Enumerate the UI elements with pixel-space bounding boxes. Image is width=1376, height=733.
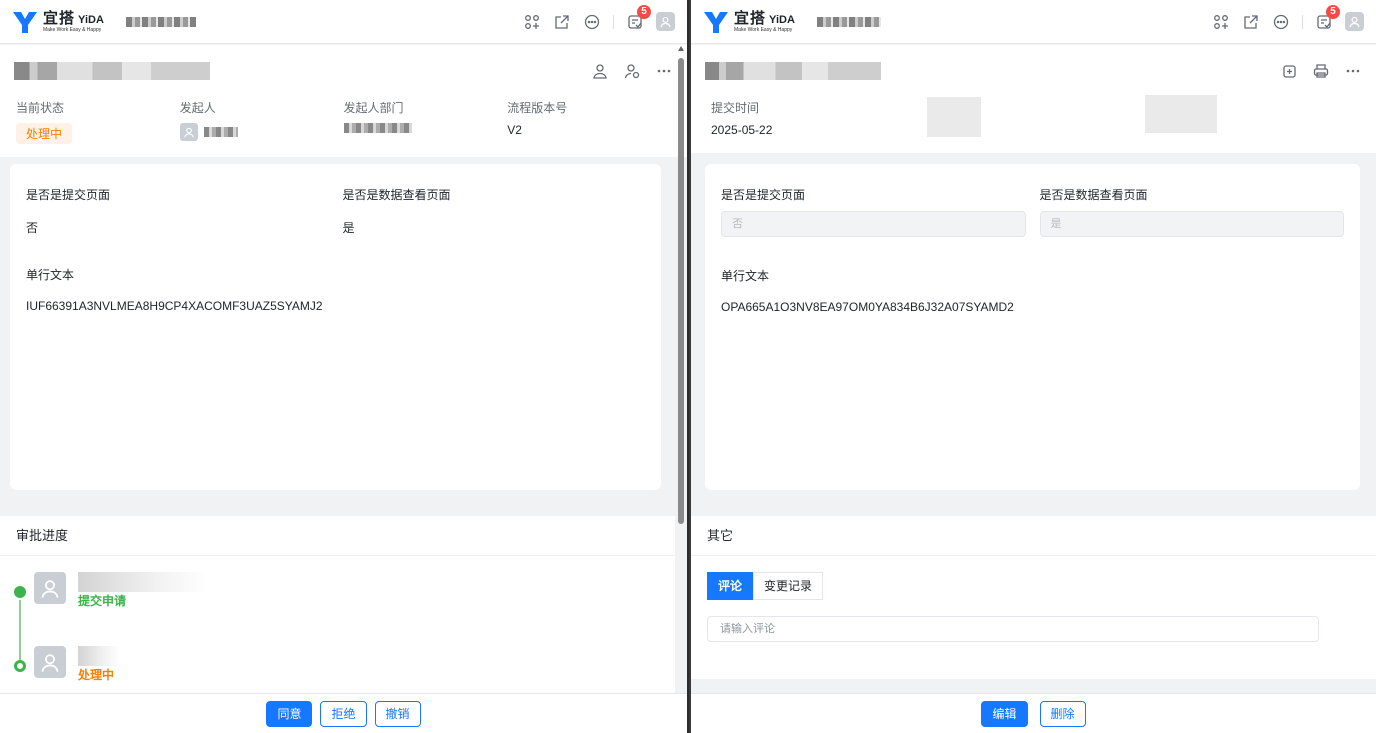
approver-avatar: [34, 646, 66, 678]
initiator-avatar: [179, 123, 198, 141]
delete-button[interactable]: 删除: [1039, 700, 1086, 727]
edit-button[interactable]: 编辑: [981, 700, 1028, 727]
brand-name-en: YiDA: [769, 13, 795, 26]
reject-button[interactable]: 拒绝: [320, 700, 367, 727]
meta-status-label: 当前状态: [16, 101, 65, 115]
redacted-initiator: [927, 97, 981, 137]
field-input-disabled: 否: [721, 211, 1026, 237]
approver-name-redacted: [78, 646, 120, 666]
divider: [613, 14, 614, 29]
approver-avatar: [34, 572, 66, 604]
more-circle-icon[interactable]: [583, 13, 601, 31]
meta-submit-time-label: 提交时间: [711, 101, 760, 115]
check-circle-icon: [14, 586, 26, 598]
department-redacted: [343, 123, 412, 133]
field-value: IUF66391A3NVLMEA8H9CP4XACOMF3UAZ5SYAMJ2: [26, 299, 323, 313]
timeline-item: 提交申请: [14, 570, 675, 660]
app-name-redacted[interactable]: [816, 16, 881, 27]
meta-department-label: 发起人部门: [343, 101, 404, 115]
user-avatar[interactable]: [656, 12, 675, 31]
more-circle-icon[interactable]: [1272, 13, 1290, 31]
todo-icon[interactable]: 5: [626, 4, 651, 31]
yida-logo[interactable]: 宜搭 YiDA Make Work Easy & Happy: [12, 10, 104, 34]
field-value: 是: [342, 221, 355, 235]
form-card: 是否是提交页面 否 是否是数据查看页面 是 单行文本 OPA665A1O3NV8…: [705, 164, 1360, 490]
section-title: 其它: [691, 516, 1376, 556]
tab-change-log[interactable]: 变更记录: [753, 572, 824, 600]
person-icon[interactable]: [591, 62, 609, 80]
meta-initiator-label: 发起人: [179, 101, 216, 115]
scroll-thumb[interactable]: [678, 58, 684, 524]
notification-badge: 5: [637, 4, 651, 19]
tab-comments[interactable]: 评论: [707, 572, 754, 600]
field-label: 是否是数据查看页面: [342, 188, 451, 202]
field-input-disabled: 是: [1039, 211, 1344, 237]
apps-icon[interactable]: [523, 13, 541, 31]
field-label: 是否是数据查看页面: [1039, 188, 1148, 202]
page-title-redacted: [14, 62, 210, 80]
todo-icon[interactable]: 5: [1315, 4, 1340, 31]
field-label: 单行文本: [721, 269, 770, 283]
timeline-status: 提交申请: [78, 594, 127, 608]
process-header: 当前状态 处理中 发起人 发起人部门 流程版本号 V2: [0, 45, 687, 157]
scrollbar[interactable]: [677, 44, 685, 692]
open-external-icon[interactable]: [553, 13, 571, 31]
print-icon[interactable]: [1312, 62, 1330, 80]
section-title: 审批进度: [0, 516, 675, 556]
data-view-pane: 宜搭 YiDA Make Work Easy & Happy 5 提交时间 20…: [691, 0, 1376, 733]
brand-tagline: Make Work Easy & Happy: [43, 26, 102, 33]
approval-progress-section: 审批进度 提交申请 处理中: [0, 516, 675, 693]
brand-tagline: Make Work Easy & Happy: [734, 26, 793, 33]
open-external-icon[interactable]: [1242, 13, 1260, 31]
field-value: OPA665A1O3NV8EA97OM0YA834B6J32A07SYAMD2: [721, 300, 1014, 314]
approval-detail-pane: 宜搭 YiDA Make Work Easy & Happy 5 当前状态 处理…: [0, 0, 689, 733]
field-label: 单行文本: [26, 268, 75, 282]
brand-name: 宜搭: [734, 9, 767, 27]
process-version: V2: [507, 123, 522, 137]
other-section: 其它 评论 变更记录: [691, 516, 1376, 693]
copy-add-icon[interactable]: [1280, 62, 1298, 80]
initiator-name-redacted: [203, 127, 238, 137]
comment-tabs: 评论 变更记录: [707, 572, 1376, 600]
agree-button[interactable]: 同意: [266, 700, 313, 727]
page-title-redacted: [705, 62, 881, 80]
yida-logo-icon: [703, 10, 729, 34]
submit-time: 2025-05-22: [711, 123, 773, 137]
brand-name-en: YiDA: [78, 13, 104, 26]
yida-logo[interactable]: 宜搭 YiDA Make Work Easy & Happy: [703, 10, 795, 34]
scroll-up-arrow-icon[interactable]: [678, 46, 684, 51]
user-avatar[interactable]: [1345, 12, 1364, 31]
field-value: 否: [26, 221, 39, 235]
yida-logo-icon: [12, 10, 38, 34]
field-label: 是否是提交页面: [26, 188, 111, 202]
current-step-icon: [14, 660, 26, 672]
notification-badge: 5: [1326, 4, 1340, 19]
comment-input[interactable]: [707, 616, 1319, 642]
section-divider: [691, 679, 1376, 693]
top-navigation-bar: 宜搭 YiDA Make Work Easy & Happy 5: [691, 0, 1376, 44]
meta-version-label: 流程版本号: [507, 101, 568, 115]
divider: [1302, 14, 1303, 29]
top-navigation-bar: 宜搭 YiDA Make Work Easy & Happy 5: [0, 0, 687, 44]
field-label: 是否是提交页面: [721, 188, 806, 202]
transfer-person-icon[interactable]: [623, 62, 641, 80]
redacted-department: [1145, 95, 1217, 133]
brand-name: 宜搭: [43, 9, 76, 27]
timeline-status: 处理中: [78, 668, 115, 682]
revoke-button[interactable]: 撤销: [374, 700, 421, 727]
more-icon[interactable]: [1344, 62, 1362, 80]
action-footer: 同意 拒绝 撤销: [0, 693, 687, 733]
action-footer: 编辑 删除: [691, 693, 1376, 733]
status-badge: 处理中: [16, 123, 73, 144]
form-card: 是否是提交页面 否 是否是数据查看页面 是 单行文本 IUF66391A3NVL…: [10, 164, 661, 490]
more-icon[interactable]: [655, 62, 673, 80]
record-header: 提交时间 2025-05-22: [691, 45, 1376, 153]
approver-name-redacted: [78, 572, 208, 592]
apps-icon[interactable]: [1212, 13, 1230, 31]
app-name-redacted[interactable]: [125, 16, 196, 27]
